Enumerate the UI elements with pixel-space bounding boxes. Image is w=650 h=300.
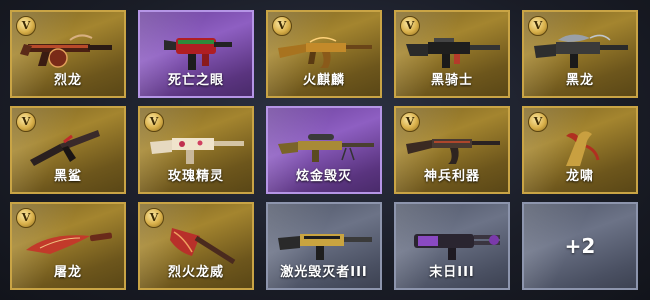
dragon-slayer-knife-icon [26, 232, 113, 254]
red-smg-icon [164, 38, 232, 70]
weapon-name: 神兵利器 [423, 169, 480, 184]
weapon-card-xuan-jin-hui-mie[interactable]: 炫金毁灭 [266, 106, 382, 194]
weapon-grid: V 烈龙 死亡之眼 V 火麒麟 V 黑骑士 V 黑龙 V 黑鲨 V 玫瑰精灵 炫… [0, 0, 650, 300]
vip-badge: V [272, 16, 292, 36]
vip-badge: V [144, 112, 164, 132]
weapon-name: 黑龙 [565, 73, 594, 88]
gold-sniper-rifle-icon [278, 134, 374, 162]
vip-badge: V [400, 16, 420, 36]
weapon-name: 死亡之眼 [167, 73, 224, 88]
weapon-card-shen-bing-li-qi[interactable]: V 神兵利器 [394, 106, 510, 194]
weapon-name: 末日III [429, 265, 475, 280]
weapon-name: 玫瑰精灵 [167, 169, 224, 184]
vip-badge: V [16, 16, 36, 36]
weapon-card-mo-ri[interactable]: 末日III [394, 202, 510, 290]
weapon-card-lie-huo-long-wei[interactable]: V 烈火龙威 [138, 202, 254, 290]
weapon-name: 黑骑士 [430, 73, 473, 88]
black-dragon-m4-icon [534, 34, 628, 68]
weapon-name: 烈火龙威 [167, 265, 224, 280]
rose-spirit-m4-icon [150, 138, 244, 164]
dragon-roar-blade-icon [566, 131, 600, 166]
weapon-card-tu-long[interactable]: V 屠龙 [10, 202, 126, 290]
vip-badge: V [528, 16, 548, 36]
fire-dragon-axe-icon [170, 228, 236, 264]
weapon-name: 黑鲨 [53, 169, 82, 184]
weapon-name: 烈龙 [53, 73, 82, 88]
weapon-card-long-xiao[interactable]: V 龙啸 [522, 106, 638, 194]
more-weapons-button[interactable]: +2 [522, 202, 638, 290]
weapon-card-huo-qi-lin[interactable]: V 火麒麟 [266, 10, 382, 98]
weapon-name: 激光毁灭者III [280, 265, 368, 280]
weapon-card-mei-gui-jing-ling[interactable]: V 玫瑰精灵 [138, 106, 254, 194]
more-count: +2 [564, 234, 596, 258]
laser-destroyer-rifle-icon [278, 234, 372, 260]
weapon-name: 火麒麟 [302, 73, 345, 88]
vip-badge: V [400, 112, 420, 132]
weapon-card-si-wang-zhi-yan[interactable]: 死亡之眼 [138, 10, 254, 98]
vip-badge: V [16, 112, 36, 132]
weapon-name: 龙啸 [565, 169, 594, 184]
weapon-name: 炫金毁灭 [295, 169, 352, 184]
dragon-tommy-gun-icon [20, 34, 112, 68]
divine-ak-icon [406, 139, 500, 164]
vip-badge: V [16, 208, 36, 228]
vip-badge: V [144, 208, 164, 228]
fire-kirin-ak-icon [278, 37, 372, 68]
vip-badge: V [528, 112, 548, 132]
weapon-name: 屠龙 [53, 265, 82, 280]
black-knight-m4-icon [406, 38, 500, 68]
doomsday-gatling-icon [414, 234, 500, 260]
weapon-card-hei-sha[interactable]: V 黑鲨 [10, 106, 126, 194]
weapon-card-hei-qi-shi[interactable]: V 黑骑士 [394, 10, 510, 98]
black-shark-ak-icon [30, 130, 100, 166]
weapon-card-ji-guang-hui-mie-zhe[interactable]: 激光毁灭者III [266, 202, 382, 290]
weapon-card-lie-long[interactable]: V 烈龙 [10, 10, 126, 98]
weapon-card-hei-long[interactable]: V 黑龙 [522, 10, 638, 98]
